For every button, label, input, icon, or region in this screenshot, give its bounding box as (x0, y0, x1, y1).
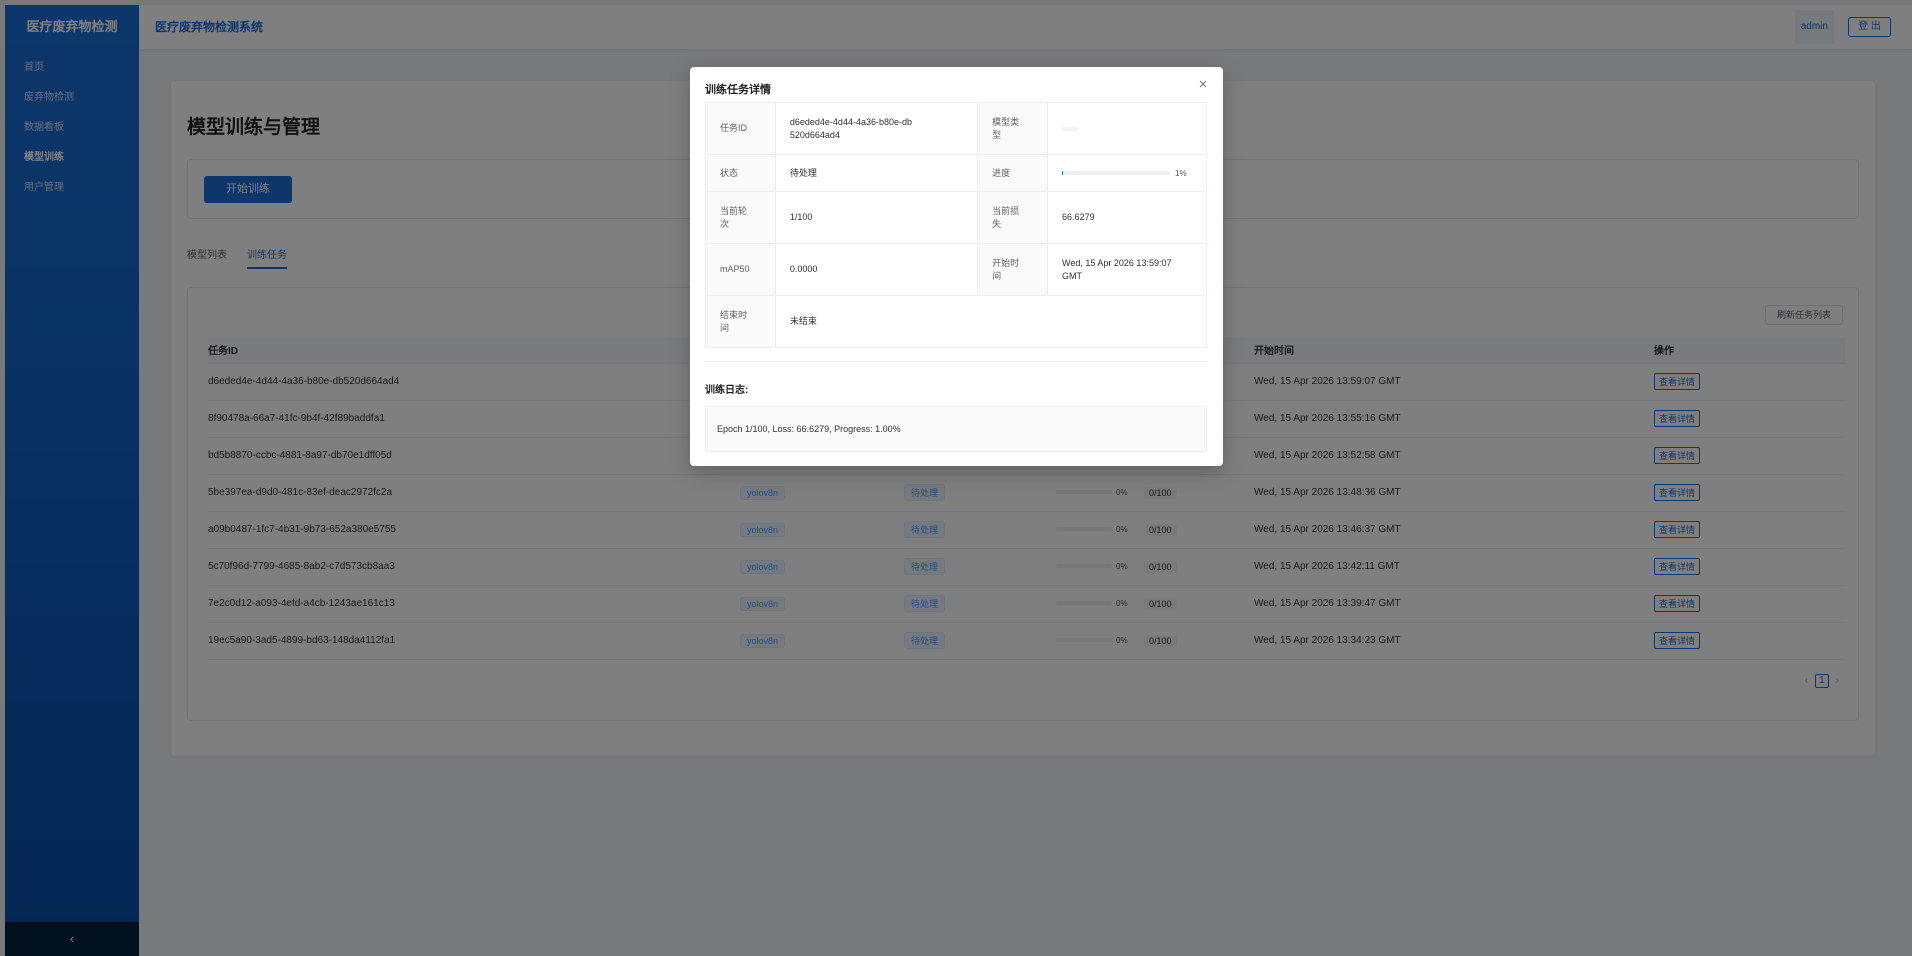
close-icon[interactable]: × (1195, 77, 1211, 93)
value-status: 待处理 (774, 154, 979, 192)
value-start-time: Wed, 15 Apr 2026 13:59:07 GMT (1047, 243, 1207, 296)
value-task-id: d6eded4e-4d44-4a36-b80e-db520d664ad4 (774, 102, 979, 155)
progress-text: 1% (1175, 168, 1187, 178)
label-current-epoch: 当前轮次 (705, 191, 776, 244)
label-task-id: 任务ID (705, 102, 776, 155)
task-detail-table: 任务ID d6eded4e-4d44-4a36-b80e-db520d664ad… (705, 102, 1208, 348)
progress-bar-fill (1062, 171, 1064, 176)
label-start-time: 开始时间 (977, 243, 1049, 296)
model-type-placeholder (1062, 127, 1079, 131)
value-current-loss: 66.6279 (1047, 191, 1207, 244)
label-status: 状态 (705, 154, 776, 192)
label-map50: mAP50 (705, 243, 776, 296)
detail-row: 当前轮次 1/100 当前损失 66.6279 (705, 191, 1207, 244)
dialog-divider (705, 361, 1207, 362)
task-id-text: d6eded4e-4d44-4a36-b80e-db520d664ad4 (789, 116, 912, 140)
training-log-box: Epoch 1/100, Loss: 66.6279, Progress: 1.… (705, 406, 1207, 452)
task-detail-dialog: 训练任务详情 × 任务ID d6eded4e-4d44-4a36-b80e-db… (690, 67, 1223, 466)
detail-row: 状态 待处理 进度 1% (705, 154, 1207, 192)
detail-row: 任务ID d6eded4e-4d44-4a36-b80e-db520d664ad… (705, 102, 1207, 155)
label-current-loss: 当前损失 (977, 191, 1049, 244)
label-progress: 进度 (977, 154, 1049, 192)
value-progress: 1% (1047, 154, 1207, 192)
value-current-epoch: 1/100 (774, 191, 979, 244)
label-end-time: 结束时间 (705, 295, 776, 348)
progress-bar (1062, 171, 1171, 176)
label-model-type: 模型类型 (977, 102, 1049, 155)
value-end-time: 未结束 (774, 295, 1208, 348)
value-model-type (1047, 102, 1207, 155)
dialog-title: 训练任务详情 (705, 84, 771, 96)
detail-row: mAP50 0.0000 开始时间 Wed, 15 Apr 2026 13:59… (705, 243, 1207, 296)
detail-row: 结束时间 未结束 (705, 295, 1208, 348)
training-log-title: 训练日志: (705, 385, 749, 396)
value-map50: 0.0000 (774, 243, 979, 296)
